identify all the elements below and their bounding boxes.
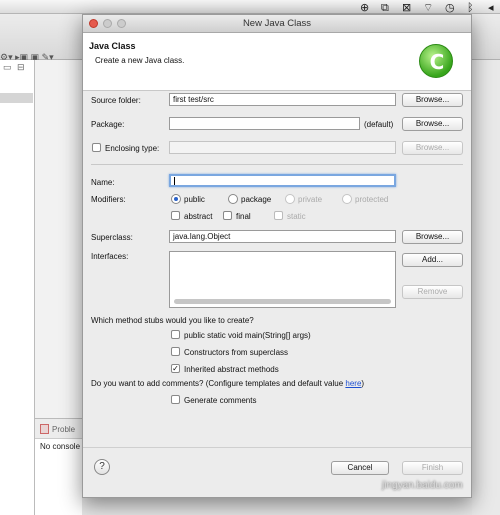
wizard-title: Java Class	[89, 41, 136, 51]
status-icon[interactable]: ⧉	[381, 1, 389, 15]
right-panel	[472, 60, 500, 515]
volume-icon[interactable]: ◂	[488, 1, 494, 14]
wizard-header: Java Class Create a new Java class. C	[83, 33, 471, 91]
footer-separator	[83, 447, 471, 448]
browse-enclosing-type-button[interactable]: Browse...	[402, 141, 463, 155]
problems-icon	[40, 424, 49, 434]
stub-inherited-checkbox[interactable]: ✓	[171, 364, 180, 373]
cancel-button[interactable]: Cancel	[331, 461, 389, 475]
modifier-abstract-checkbox[interactable]	[171, 211, 180, 220]
modifier-static-checkbox[interactable]	[274, 211, 283, 220]
dialog-titlebar[interactable]: New Java Class	[83, 15, 471, 33]
stub-inherited-label: Inherited abstract methods	[184, 365, 279, 374]
modifier-final-checkbox[interactable]	[223, 211, 232, 220]
source-folder-label: Source folder:	[91, 96, 141, 105]
source-folder-field[interactable]: first test/src	[169, 93, 396, 106]
modifier-public-radio[interactable]	[171, 194, 181, 204]
status-icon[interactable]: ⊕	[360, 1, 369, 14]
modifier-abstract-label: abstract	[184, 212, 213, 221]
minimize-icon[interactable]: ▭	[3, 62, 12, 73]
browse-superclass-button[interactable]: Browse...	[402, 230, 463, 244]
stub-main-label: public static void main(String[] args)	[184, 331, 311, 340]
time-machine-icon[interactable]: ◷	[445, 1, 455, 14]
generate-comments-checkbox[interactable]	[171, 395, 180, 404]
help-button[interactable]: ?	[94, 459, 110, 475]
mac-menu-bar: ⊕ ⧉ ⊠ ⌔ ◷ ᛒ ◂	[0, 0, 500, 14]
interfaces-list[interactable]	[169, 251, 396, 308]
package-explorer: ▭ ⊟	[0, 60, 35, 515]
stub-constructors-checkbox[interactable]	[171, 347, 180, 356]
generate-comments-label: Generate comments	[184, 396, 257, 405]
name-label: Name:	[91, 178, 115, 187]
modifier-package-label: package	[241, 195, 272, 204]
enclosing-type-field[interactable]	[169, 141, 396, 154]
selected-tree-row[interactable]	[0, 93, 33, 103]
wizard-subtitle: Create a new Java class.	[95, 56, 185, 65]
dialog-title: New Java Class	[242, 18, 312, 29]
modifier-private-label: private	[298, 195, 323, 204]
maximize-icon[interactable]: ⊟	[17, 62, 25, 73]
new-java-class-dialog: New Java Class Java Class Create a new J…	[82, 14, 472, 498]
wifi-icon[interactable]: ⌔	[423, 1, 433, 15]
modifier-final-label: final	[236, 212, 251, 221]
stub-constructors-label: Constructors from superclass	[184, 348, 289, 357]
separator	[91, 164, 463, 165]
console-text: No console	[40, 442, 81, 451]
remove-interface-button[interactable]: Remove	[402, 285, 463, 299]
package-label: Package:	[91, 120, 125, 129]
problems-tab[interactable]: Proble	[35, 419, 82, 439]
enclosing-type-checkbox[interactable]	[92, 143, 101, 152]
finish-button[interactable]: Finish	[402, 461, 463, 475]
text-caret	[174, 177, 175, 185]
problems-panel: Proble No console	[35, 418, 82, 515]
modifiers-label: Modifiers:	[91, 195, 126, 204]
package-field[interactable]	[169, 117, 360, 130]
browse-source-folder-button[interactable]: Browse...	[402, 93, 463, 107]
configure-templates-link[interactable]: here	[345, 379, 361, 388]
modifier-package-radio[interactable]	[228, 194, 238, 204]
modifier-static-label: static	[287, 212, 306, 221]
enclosing-type-label: Enclosing type:	[105, 144, 160, 153]
interfaces-scrollbar[interactable]	[174, 299, 391, 304]
stubs-question: Which method stubs would you like to cre…	[91, 316, 254, 325]
browse-package-button[interactable]: Browse...	[402, 117, 463, 131]
interfaces-label: Interfaces:	[91, 252, 129, 261]
superclass-label: Superclass:	[91, 233, 133, 242]
modifier-protected-radio[interactable]	[342, 194, 352, 204]
bluetooth-icon[interactable]: ᛒ	[467, 1, 474, 14]
stub-main-checkbox[interactable]	[171, 330, 180, 339]
modifier-private-radio[interactable]	[285, 194, 295, 204]
watermark: jingyan.baidu.com	[382, 480, 463, 491]
java-class-logo-icon: C	[419, 44, 453, 78]
problems-tab-label: Proble	[52, 425, 76, 434]
modifier-protected-label: protected	[355, 195, 389, 204]
package-default-label: (default)	[364, 120, 394, 129]
name-field[interactable]	[169, 174, 396, 187]
superclass-field[interactable]: java.lang.Object	[169, 230, 396, 243]
modifier-public-label: public	[184, 195, 205, 204]
add-interface-button[interactable]: Add...	[402, 253, 463, 267]
comments-question: Do you want to add comments? (Configure …	[91, 379, 365, 388]
status-icon[interactable]: ⊠	[402, 1, 411, 14]
